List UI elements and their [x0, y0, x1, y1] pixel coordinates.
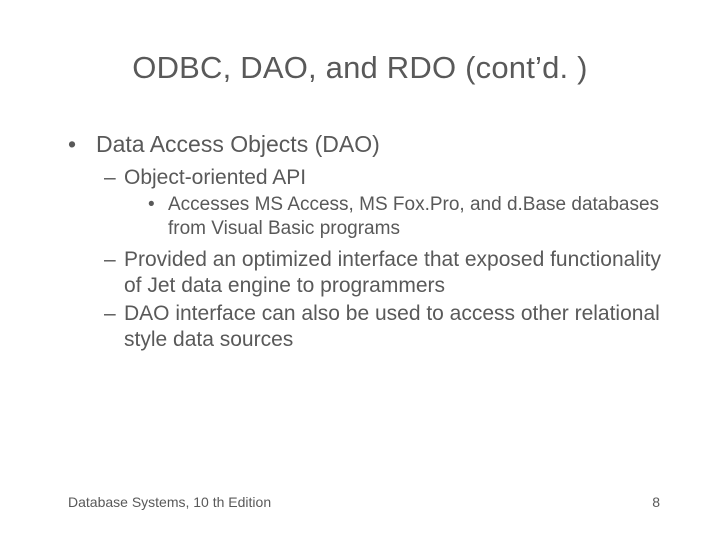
slide: ODBC, DAO, and RDO (cont’d. ) • Data Acc…: [0, 0, 720, 540]
slide-content: • Data Access Objects (DAO) – Object-ori…: [68, 130, 668, 356]
bullet-level2: – Object-oriented API: [104, 165, 668, 191]
dash-icon: –: [104, 247, 124, 300]
bullet-text: Accesses MS Access, MS Fox.Pro, and d.Ba…: [168, 193, 668, 241]
bullet-level2: – Provided an optimized interface that e…: [104, 247, 668, 300]
bullet-dot-icon: •: [148, 193, 168, 241]
bullet-level1: • Data Access Objects (DAO): [68, 130, 668, 159]
bullet-dot-icon: •: [68, 130, 96, 159]
footer-source: Database Systems, 10 th Edition: [68, 494, 271, 510]
bullet-level2: – DAO interface can also be used to acce…: [104, 301, 668, 354]
bullet-text: Object-oriented API: [124, 165, 668, 191]
page-number: 8: [652, 494, 660, 510]
bullet-text: DAO interface can also be used to access…: [124, 301, 668, 354]
bullet-level3: • Accesses MS Access, MS Fox.Pro, and d.…: [148, 193, 668, 241]
bullet-text: Provided an optimized interface that exp…: [124, 247, 668, 300]
bullet-text: Data Access Objects (DAO): [96, 130, 668, 159]
dash-icon: –: [104, 301, 124, 354]
dash-icon: –: [104, 165, 124, 191]
slide-title: ODBC, DAO, and RDO (cont’d. ): [0, 50, 720, 86]
